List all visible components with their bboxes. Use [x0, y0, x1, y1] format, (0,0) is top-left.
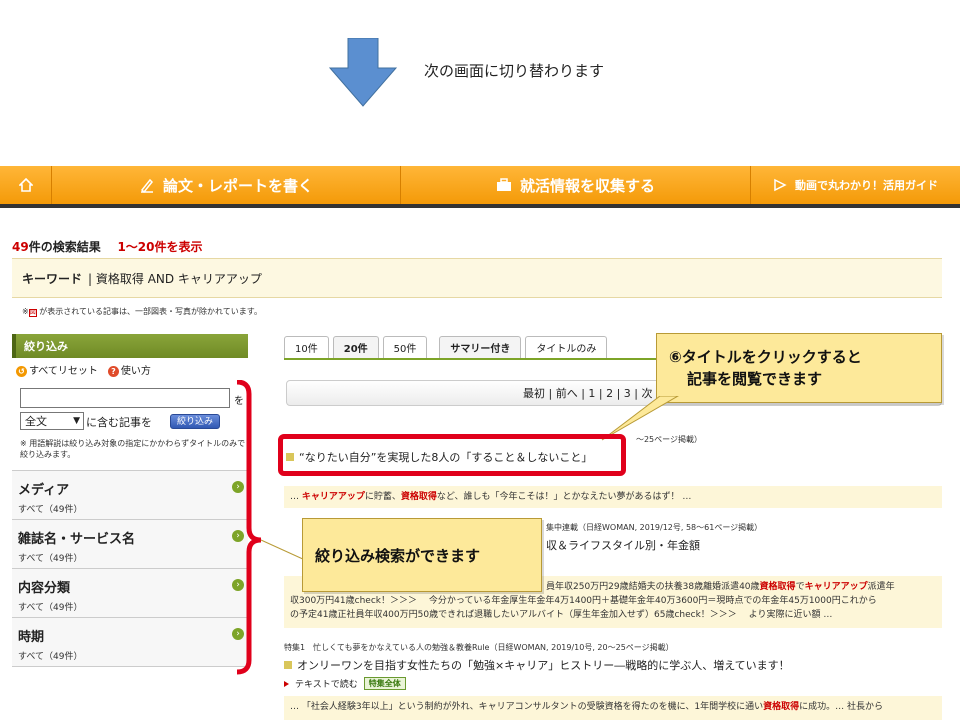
nav-job-info-label: 就活情報を収集する [519, 176, 655, 195]
nav-job-info[interactable]: 就活情報を収集する [401, 166, 751, 204]
snippet-text: 員年収250万円29歳結婚夫の扶養38歳離婚派遣40歳 [546, 582, 760, 592]
triangle-right-icon [284, 680, 289, 687]
notice-text: ※図 が表示されている記事は、一部図表・写真が除かれています。 [22, 307, 262, 317]
filter-actions: ↺ すべてリセット ? 使い方 [12, 358, 248, 381]
nav-video-guide-label: 動画で丸わかり！活用ガイド [795, 179, 938, 192]
scope-select[interactable]: 全文 ▼ [20, 412, 84, 430]
read-text-link[interactable]: テキストで読む [295, 677, 358, 690]
keyword-value: | 資格取得 AND キャリアアップ [88, 271, 262, 286]
tab-title-only[interactable]: タイトルのみ [525, 336, 608, 358]
howto-label: 使い方 [120, 366, 151, 377]
facet-sub: すべて（49件） [18, 652, 83, 662]
omission-mark-icon: 図 [28, 309, 37, 317]
article-title: 収＆ライフスタイル別・年金額 [546, 539, 700, 552]
tab-10[interactable]: 10件 [284, 336, 329, 358]
article-read-row: テキストで読む 特集全体 [284, 677, 942, 690]
keyword-box: キーワード | 資格取得 AND キャリアアップ [12, 258, 942, 298]
facet-title: メディア [18, 483, 70, 498]
facet-period[interactable]: 時期 すべて（49件） › [12, 618, 248, 667]
briefcase-icon [496, 178, 511, 191]
facet-title: 内容分類 [18, 581, 71, 596]
facet-media[interactable]: メディア すべて（49件） › [12, 471, 248, 520]
callout-filter: 絞り込み検索ができます [302, 518, 542, 592]
snippet-text: … 「社会人経験3年以上」という制約が外れ、キャリアコンサルタントの受験資格を得… [290, 702, 764, 712]
slide-caption: 次の画面に切り替わります [424, 62, 605, 80]
help-icon: ? [107, 366, 119, 377]
video-icon [774, 178, 787, 192]
down-arrow-icon [328, 38, 398, 107]
reset-all-link[interactable]: ↺ すべてリセット [16, 362, 98, 377]
filter-keyword-input[interactable] [20, 388, 230, 408]
main-navbar: 論文・レポートを書く 就活情報を収集する 動画で丸わかり！活用ガイド [0, 166, 960, 208]
highlight-box [278, 434, 626, 476]
scope-text: に含む記事を [86, 416, 152, 429]
nav-video-guide[interactable]: 動画で丸わかり！活用ガイド [751, 166, 960, 204]
home-icon [18, 178, 33, 192]
feature-badge[interactable]: 特集全体 [363, 677, 406, 690]
reset-icon: ↺ [16, 366, 27, 377]
facet-title: 時期 [18, 630, 45, 645]
snippet-highlight: キャリアアップ [804, 582, 868, 592]
snippet-highlight: キャリアアップ [301, 492, 365, 502]
snippet-text: 派遣年 [867, 582, 895, 592]
article-title: オンリーワンを目指す女性たちの「勉強×キャリア」ヒストリー―戦略的に学ぶ人、増え… [297, 659, 790, 672]
result-count: 49 [12, 240, 29, 254]
filter-button[interactable]: 絞り込み [170, 414, 220, 429]
snippet-text: に成功。… 社長から [799, 702, 884, 712]
article-title-link[interactable]: オンリーワンを目指す女性たちの「勉強×キャリア」ヒストリー―戦略的に学ぶ人、増え… [284, 657, 942, 673]
reset-all-label: すべてリセット [29, 366, 98, 377]
filter-note: ※ 用語解説は絞り込み対象の指定にかかわらずタイトルのみで絞り込みます。 [20, 439, 246, 459]
result-range: 1〜20件を表示 [117, 240, 203, 254]
facet-title: 雑誌名・サービス名 [18, 532, 136, 547]
facet-category[interactable]: 内容分類 すべて（49件） › [12, 569, 248, 618]
nav-write-report[interactable]: 論文・レポートを書く [52, 166, 401, 204]
snippet-text: に貯蓄、 [364, 492, 401, 502]
snippet-text: で [795, 582, 805, 592]
snippet-highlight: 資格取得 [400, 492, 437, 502]
facet-sub: すべて（49件） [18, 603, 83, 613]
result-summary: 49件の検索結果 1〜20件を表示 [12, 238, 203, 255]
article-snippet: … キャリアアップに貯蓄、資格取得など、誰しも「今年こそは！」とかなえたい夢があ… [284, 486, 942, 508]
filter-sidebar: 絞り込み ↺ すべてリセット ? 使い方 を 全文 ▼ に含む記事を 絞り込み ※ … [12, 334, 248, 667]
article-snippet-cont: 収300万円41歳check！＞＞＞ 今分かっている年金厚生年金年4万1400円… [284, 594, 942, 622]
callout-title-click: ⑥タイトルをクリックすると 記事を閲覧できます [656, 333, 942, 403]
tab-20[interactable]: 20件 [332, 336, 379, 358]
display-tabs: 10件 20件 50件 サマリー付き タイトルのみ [284, 336, 608, 358]
howto-link[interactable]: ? 使い方 [107, 362, 151, 377]
chevron-down-icon: ▼ [73, 416, 80, 426]
snippet-line: 収300万円41歳check！＞＞＞ 今分かっている年金厚生年金年4万1400円… [290, 596, 877, 606]
filter-heading: 絞り込み [12, 334, 248, 358]
callout-line: ⑥タイトルをクリックすると [669, 348, 862, 366]
tab-50[interactable]: 50件 [382, 336, 428, 358]
article-item: 特集1 忙しくても夢をかなえている人の勉強＆教養Rule（日経WOMAN, 20… [284, 642, 942, 690]
tab-summary[interactable]: サマリー付き [439, 336, 522, 358]
callout-line: 記事を閲覧できます [687, 370, 823, 388]
keyword-label: キーワード [22, 271, 83, 286]
snippet-text: … [290, 492, 302, 502]
snippet-highlight: 資格取得 [763, 702, 800, 712]
facet-list: メディア すべて（49件） › 雑誌名・サービス名 すべて（49件） › 内容分… [12, 470, 248, 667]
scope-select-value: 全文 [25, 415, 47, 428]
snippet-text: など、誰しも「今年こそは！」とかなえたい夢があるはず！ … [436, 492, 692, 502]
nav-write-report-label: 論文・レポートを書く [162, 176, 313, 195]
pen-icon [140, 178, 153, 193]
nav-home-button[interactable] [0, 166, 52, 204]
article-meta: 特集1 忙しくても夢をかなえている人の勉強＆教養Rule（日経WOMAN, 20… [284, 643, 674, 652]
article-snippet: … 「社会人経験3年以上」という制約が外れ、キャリアコンサルタントの受験資格を得… [284, 696, 942, 720]
facet-magazine[interactable]: 雑誌名・サービス名 すべて（49件） › [12, 520, 248, 569]
notice-label: が表示されている記事は、一部図表・写真が除かれています。 [39, 307, 262, 316]
square-bullet-icon [284, 661, 292, 669]
snippet-line: の予定41歳正社員年収400万円50歳できれば退職したいアルバイト（厚生年金加入… [290, 610, 833, 620]
facet-sub: すべて（49件） [18, 554, 83, 564]
result-count-suffix: 件の検索結果 [28, 240, 101, 254]
facet-sub: すべて（49件） [18, 505, 83, 515]
snippet-highlight: 資格取得 [759, 582, 796, 592]
